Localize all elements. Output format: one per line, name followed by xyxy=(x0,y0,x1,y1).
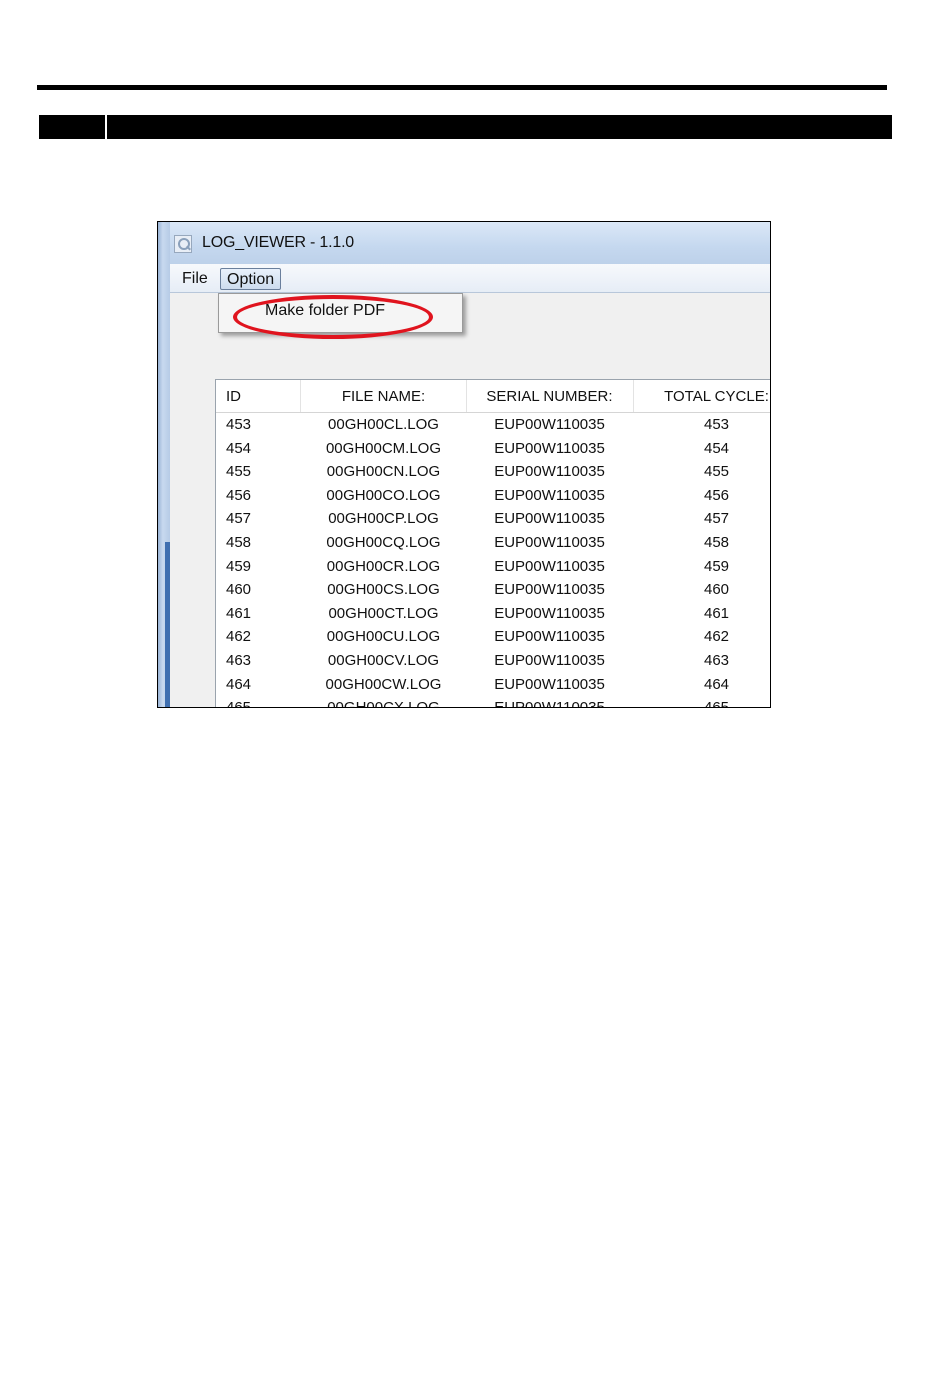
highlight-ellipse xyxy=(233,295,433,339)
cell-serial-number: EUP00W110035 xyxy=(494,439,605,457)
cell-serial-number: EUP00W110035 xyxy=(494,416,605,433)
cell-total-cycle: 457 xyxy=(703,510,730,528)
cell-file-name: 00GH00CM.LOG xyxy=(325,439,442,457)
cell-serial-number: EUP00W110035 xyxy=(494,604,605,622)
cell-serial-number: EUP00W110035 xyxy=(494,557,605,575)
table-row[interactable]: 460 00GH00CS.LOG EUP00W110035 460 xyxy=(216,578,770,602)
table-row[interactable]: 453 00GH00CL.LOG EUP00W110035 453 xyxy=(216,413,770,437)
cell-file-name: 00GH00CO.LOG xyxy=(326,486,441,504)
title-bar[interactable]: LOG_VIEWER - 1.1.0 xyxy=(158,222,770,264)
cell-total-cycle: 460 xyxy=(703,581,730,599)
cell-file-name: 00GH00CP.LOG xyxy=(328,510,439,528)
cell-id: 458 xyxy=(226,533,252,551)
cell-file-name: 00GH00CX.LOG xyxy=(327,699,440,708)
menu-bar: File Option xyxy=(170,264,770,293)
cell-total-cycle: 463 xyxy=(703,651,730,669)
cell-id: 459 xyxy=(226,557,252,575)
cell-file-name: 00GH00CW.LOG xyxy=(325,675,442,693)
cell-total-cycle: 454 xyxy=(703,439,730,457)
cell-serial-number: EUP00W110035 xyxy=(494,675,605,693)
cell-file-name: 00GH00CT.LOG xyxy=(328,604,439,622)
column-header-id[interactable]: ID xyxy=(226,380,241,412)
cell-id: 453 xyxy=(226,416,252,433)
table-row[interactable]: 456 00GH00CO.LOG EUP00W110035 456 xyxy=(216,484,770,508)
cell-total-cycle: 458 xyxy=(703,533,730,551)
cell-id: 465 xyxy=(226,699,252,708)
table-row[interactable]: 465 00GH00CX.LOG EUP00W110035 465 xyxy=(216,696,770,708)
cell-total-cycle: 464 xyxy=(703,675,730,693)
section-bar-divider xyxy=(105,115,107,139)
cell-serial-number: EUP00W110035 xyxy=(494,581,605,599)
table-row[interactable]: 457 00GH00CP.LOG EUP00W110035 457 xyxy=(216,507,770,531)
cell-id: 460 xyxy=(226,581,252,599)
window-title: LOG_VIEWER - 1.1.0 xyxy=(202,234,355,251)
menu-option[interactable]: Option xyxy=(220,268,282,290)
cell-id: 464 xyxy=(226,675,252,693)
table-body: 453 00GH00CL.LOG EUP00W110035 453 454 00… xyxy=(216,413,770,708)
menu-file[interactable]: File xyxy=(176,268,214,290)
magnifier-icon xyxy=(174,235,192,253)
cell-id: 461 xyxy=(226,604,252,622)
cell-serial-number: EUP00W110035 xyxy=(494,486,605,504)
table-row[interactable]: 461 00GH00CT.LOG EUP00W110035 461 xyxy=(216,602,770,626)
column-header-serial-number[interactable]: SERIAL NUMBER: xyxy=(467,380,632,412)
section-heading-bar xyxy=(39,115,892,139)
cell-file-name: 00GH00CR.LOG xyxy=(326,557,441,575)
cell-total-cycle: 453 xyxy=(703,416,730,433)
log-table: ID FILE NAME: SERIAL NUMBER: TOTAL CYCLE… xyxy=(215,379,770,707)
cell-serial-number: EUP00W110035 xyxy=(494,463,605,481)
cell-id: 454 xyxy=(226,439,252,457)
cell-total-cycle: 465 xyxy=(703,699,730,708)
cell-total-cycle: 462 xyxy=(703,628,730,646)
table-row[interactable]: 463 00GH00CV.LOG EUP00W110035 463 xyxy=(216,649,770,673)
cell-id: 462 xyxy=(226,628,252,646)
cell-serial-number: EUP00W110035 xyxy=(494,533,605,551)
cell-file-name: 00GH00CL.LOG xyxy=(328,416,439,433)
cell-serial-number: EUP00W110035 xyxy=(494,510,605,528)
cell-id: 457 xyxy=(226,510,252,528)
cell-file-name: 00GH00CN.LOG xyxy=(326,463,441,481)
cell-id: 456 xyxy=(226,486,252,504)
cell-total-cycle: 455 xyxy=(703,463,730,481)
cell-total-cycle: 456 xyxy=(703,486,730,504)
header-rule xyxy=(37,85,887,90)
cell-file-name: 00GH00CS.LOG xyxy=(327,581,440,599)
cell-serial-number: EUP00W110035 xyxy=(494,628,605,646)
cell-serial-number: EUP00W110035 xyxy=(494,699,605,708)
table-row[interactable]: 464 00GH00CW.LOG EUP00W110035 464 xyxy=(216,673,770,697)
table-row[interactable]: 454 00GH00CM.LOG EUP00W110035 454 xyxy=(216,437,770,461)
cell-id: 455 xyxy=(226,463,252,481)
column-header-file-name[interactable]: FILE NAME: xyxy=(301,380,466,412)
cell-file-name: 00GH00CU.LOG xyxy=(326,628,441,646)
cell-file-name: 00GH00CV.LOG xyxy=(327,651,440,669)
cell-total-cycle: 459 xyxy=(703,557,730,575)
table-row[interactable]: 455 00GH00CN.LOG EUP00W110035 455 xyxy=(216,460,770,484)
column-header-total-cycle[interactable]: TOTAL CYCLE: xyxy=(634,380,770,412)
table-row[interactable]: 458 00GH00CQ.LOG EUP00W110035 458 xyxy=(216,531,770,555)
table-row[interactable]: 459 00GH00CR.LOG EUP00W110035 459 xyxy=(216,555,770,579)
log-viewer-window: LOG_VIEWER - 1.1.0 File Option ID FILE N… xyxy=(157,221,771,708)
table-row[interactable]: 462 00GH00CU.LOG EUP00W110035 462 xyxy=(216,625,770,649)
cell-id: 463 xyxy=(226,651,252,669)
table-header: ID FILE NAME: SERIAL NUMBER: TOTAL CYCLE… xyxy=(216,380,770,413)
cell-total-cycle: 461 xyxy=(703,604,730,622)
cell-file-name: 00GH00CQ.LOG xyxy=(326,533,441,551)
cell-serial-number: EUP00W110035 xyxy=(494,651,605,669)
